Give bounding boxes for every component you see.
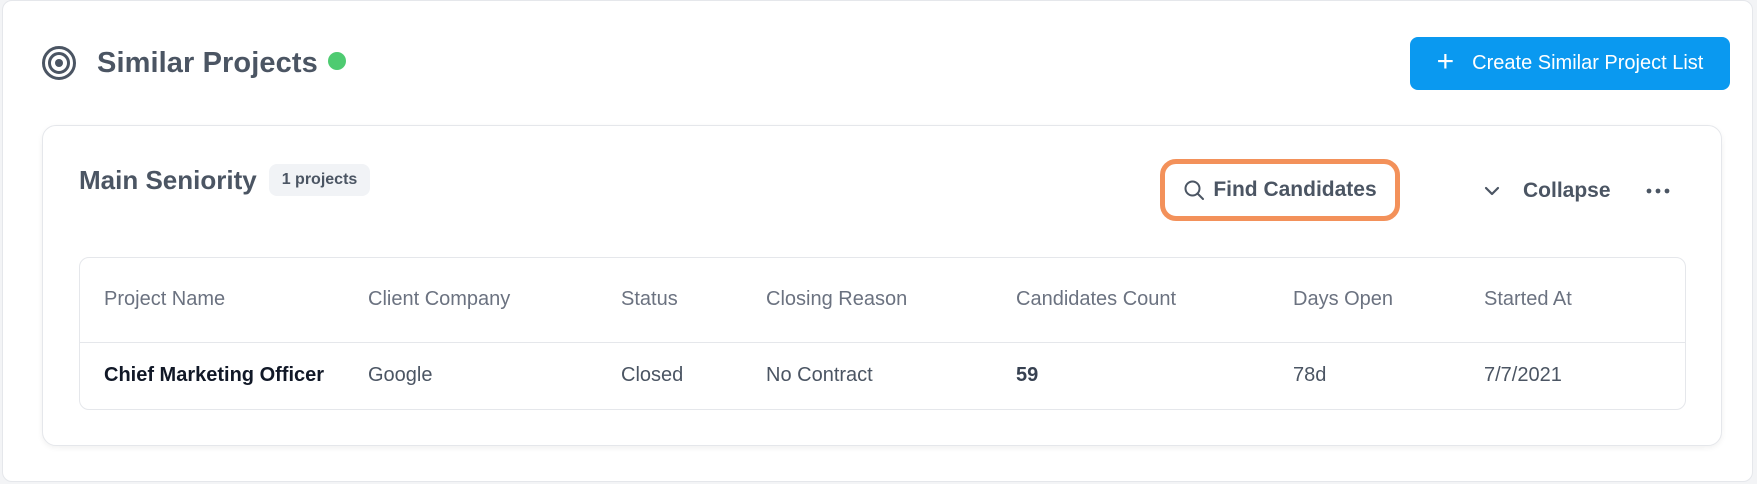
column-header-days-open[interactable]: Days Open — [1293, 258, 1484, 343]
group-card: Main Seniority 1 projects Find Candidate… — [42, 125, 1722, 446]
collapse-label: Collapse — [1523, 179, 1611, 202]
more-options-button[interactable] — [1643, 176, 1673, 206]
cell-status: Closed — [621, 364, 684, 387]
column-header-project-name[interactable]: Project Name — [80, 258, 368, 343]
cell-client-company: Google — [368, 364, 433, 387]
column-header-status[interactable]: Status — [621, 258, 766, 343]
cell-closing-reason: No Contract — [766, 364, 873, 387]
collapse-button[interactable]: Collapse — [1483, 166, 1611, 216]
column-header-closing-reason[interactable]: Closing Reason — [766, 258, 1016, 343]
panel-header: Similar Projects + Create Similar Projec… — [41, 37, 1730, 90]
status-dot — [327, 52, 346, 70]
create-button-label: Create Similar Project List — [1472, 52, 1704, 74]
more-horizontal-icon — [1646, 188, 1670, 194]
target-icon — [41, 45, 77, 81]
cell-project-name[interactable]: Chief Marketing Officer — [80, 342, 368, 409]
create-similar-project-list-button[interactable]: + Create Similar Project List — [1410, 37, 1730, 90]
cell-started-at: 7/7/2021 — [1484, 364, 1562, 387]
plus-icon: + — [1436, 45, 1455, 78]
table-row[interactable]: Chief Marketing Officer Google Closed No… — [80, 342, 1685, 409]
find-candidates-button[interactable]: Find Candidates — [1160, 159, 1400, 221]
table-header-row: Project Name Client Company Status Closi… — [80, 258, 1685, 343]
column-header-started-at[interactable]: Started At — [1484, 258, 1685, 343]
find-candidates-label: Find Candidates — [1213, 178, 1377, 201]
search-icon — [1184, 180, 1205, 200]
column-header-client-company[interactable]: Client Company — [368, 258, 621, 343]
similar-projects-panel: Similar Projects + Create Similar Projec… — [2, 0, 1753, 482]
chevron-down-icon — [1484, 186, 1500, 196]
project-count-badge: 1 projects — [268, 164, 371, 196]
cell-candidates-count: 59 — [1016, 364, 1039, 387]
column-header-candidates-count[interactable]: Candidates Count — [1016, 258, 1293, 343]
projects-table: Project Name Client Company Status Closi… — [79, 257, 1686, 410]
group-header: Main Seniority 1 projects — [79, 164, 371, 196]
cell-days-open: 78d — [1293, 364, 1327, 387]
group-title: Main Seniority — [79, 164, 257, 195]
page-title: Similar Projects — [97, 46, 318, 79]
